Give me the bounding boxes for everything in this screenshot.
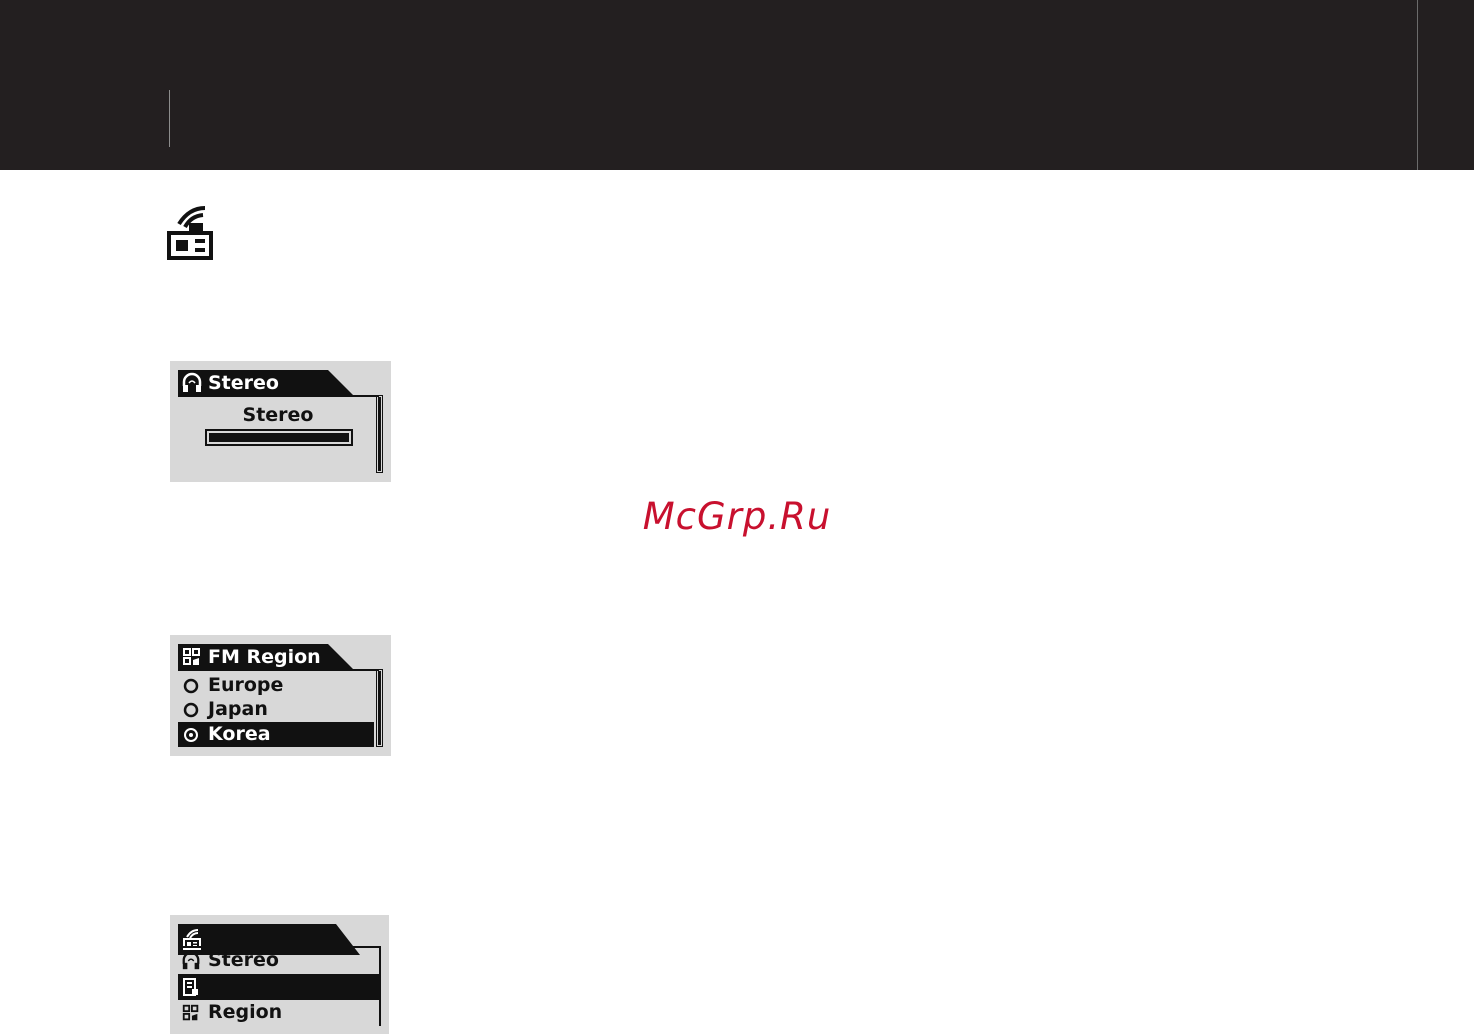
radio-empty-icon bbox=[181, 676, 201, 696]
headphones-icon bbox=[181, 951, 201, 971]
header-divider-right bbox=[1417, 0, 1418, 170]
menu-item-label: Stereo bbox=[208, 949, 279, 971]
lcd-region-screen: FM Region Europe Japan Korea bbox=[170, 635, 391, 756]
region-option-europe[interactable]: Europe bbox=[178, 673, 373, 698]
menu-item-preset[interactable] bbox=[178, 974, 381, 1000]
scrollbar[interactable] bbox=[376, 669, 383, 747]
screen-title: FM Region bbox=[208, 646, 321, 668]
screen-title-tab: Stereo bbox=[178, 370, 354, 396]
region-grid-icon bbox=[181, 1003, 201, 1023]
stereo-option-label: Stereo bbox=[242, 404, 314, 426]
radio-selected-icon bbox=[181, 725, 201, 745]
region-option-label: Europe bbox=[208, 674, 284, 696]
scrollbar[interactable] bbox=[376, 395, 383, 473]
menu-item-stereo[interactable]: Stereo bbox=[178, 948, 378, 973]
radio-icon bbox=[165, 202, 215, 262]
header-divider-left bbox=[169, 90, 170, 147]
radio-empty-icon bbox=[181, 700, 201, 720]
region-option-label: Korea bbox=[208, 723, 271, 745]
lcd-stereo-screen: Stereo Stereo bbox=[170, 361, 391, 482]
headphones-icon bbox=[181, 372, 203, 394]
title-underline bbox=[178, 669, 379, 671]
region-option-japan[interactable]: Japan bbox=[178, 697, 373, 722]
page-header bbox=[0, 0, 1474, 170]
title-underline bbox=[178, 395, 379, 397]
region-option-korea[interactable]: Korea bbox=[178, 722, 374, 747]
stereo-level-fill bbox=[209, 433, 349, 442]
stereo-level-bar bbox=[205, 429, 353, 446]
screen-title-tab: FM Region bbox=[178, 644, 354, 670]
watermark: McGrp.Ru bbox=[642, 495, 832, 538]
region-option-label: Japan bbox=[208, 698, 268, 720]
preset-icon bbox=[181, 977, 201, 997]
lcd-radio-menu-screen: Stereo Region bbox=[170, 915, 389, 1034]
menu-item-region[interactable]: Region bbox=[178, 1000, 378, 1025]
menu-item-label: Region bbox=[208, 1001, 283, 1023]
screen-title: Stereo bbox=[208, 372, 279, 394]
region-grid-icon bbox=[181, 646, 203, 668]
